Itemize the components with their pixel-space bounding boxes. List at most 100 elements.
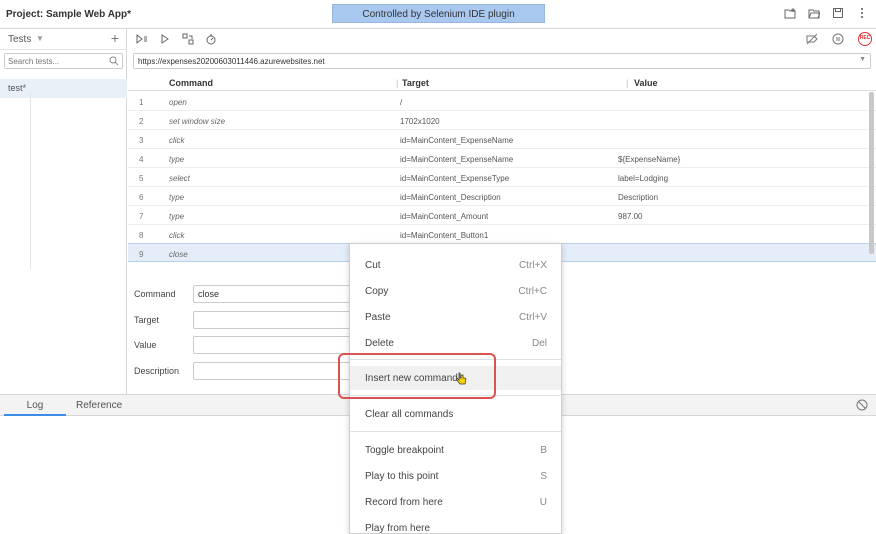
command-input[interactable] (194, 286, 354, 302)
value-label: Value (134, 340, 157, 350)
row-command: select (169, 174, 190, 183)
table-row[interactable]: 3 click id=MainContent_ExpenseName (128, 130, 876, 149)
menu-label: Cut (365, 260, 381, 271)
project-actions (784, 7, 868, 19)
table-row[interactable]: 4 type id=MainContent_ExpenseName ${Expe… (128, 149, 876, 168)
menu-item-cut[interactable]: Cut Ctrl+X (350, 253, 561, 277)
project-name[interactable]: Sample Web App* (46, 9, 131, 20)
menu-item-clear-all-commands[interactable]: Clear all commands (350, 402, 561, 426)
table-header: Command | Target | Value (128, 74, 876, 91)
menu-item-delete[interactable]: Delete Del (350, 331, 561, 355)
run-current-test-icon[interactable] (159, 33, 171, 45)
step-over-icon[interactable] (182, 33, 194, 45)
menu-shortcut: Ctrl+V (518, 312, 547, 323)
run-all-tests-icon[interactable] (136, 33, 148, 45)
menu-item-copy[interactable]: Copy Ctrl+C (350, 279, 561, 303)
table-row[interactable]: 7 type id=MainContent_Amount 987.00 (128, 206, 876, 225)
record-button[interactable]: REC (858, 32, 872, 46)
table-row[interactable]: 1 open / (128, 92, 876, 111)
row-target: id=MainContent_ExpenseName (400, 136, 514, 145)
search-icon (109, 56, 119, 68)
tests-header: Tests ▼ + (0, 29, 126, 50)
value-field (193, 336, 358, 354)
add-test-button[interactable]: + (111, 30, 119, 46)
table-row[interactable]: 2 set window size 1702x1020 (128, 111, 876, 130)
target-label: Target (134, 315, 160, 325)
clear-log-icon[interactable] (856, 399, 868, 413)
table-row[interactable]: 8 click id=MainContent_Button1 (128, 225, 876, 244)
row-number: 2 (139, 117, 144, 126)
row-command: click (169, 231, 185, 240)
project-label: Project: (6, 9, 44, 20)
value-input[interactable] (194, 337, 354, 353)
menu-divider (350, 431, 561, 432)
menu-shortcut: U (539, 497, 547, 508)
row-target: / (400, 98, 403, 107)
row-number: 5 (139, 174, 144, 183)
menu-label: Play to this point (365, 471, 439, 482)
menu-item-paste[interactable]: Paste Ctrl+V (350, 305, 561, 329)
test-list-item[interactable]: test* (0, 79, 127, 98)
save-project-icon[interactable] (832, 7, 844, 19)
highlight-annotation (338, 353, 496, 399)
column-divider: | (626, 78, 629, 88)
chevron-down-icon[interactable]: ▼ (36, 34, 44, 43)
description-field (193, 362, 358, 380)
base-url-input[interactable] (134, 54, 834, 68)
row-target: id=MainContent_ExpenseName (400, 155, 514, 164)
target-input[interactable] (194, 312, 354, 328)
menu-item-play-to-this-point[interactable]: Play to this point S (350, 464, 561, 488)
menu-label: Paste (365, 312, 391, 323)
row-command: open (169, 98, 187, 107)
chevron-down-icon[interactable]: ▼ (859, 56, 866, 63)
row-command: close (169, 250, 188, 259)
row-value: Description (618, 193, 659, 202)
table-scrollbar[interactable] (869, 92, 874, 254)
hand-cursor-icon (455, 372, 467, 388)
row-number: 1 (139, 98, 144, 107)
row-number: 8 (139, 231, 144, 240)
header-target: Target (402, 78, 429, 88)
open-project-icon[interactable] (808, 7, 820, 19)
search-tests (4, 53, 123, 69)
menu-label: Record from here (365, 497, 443, 508)
project-title: Project: Sample Web App* (6, 9, 131, 20)
tab-log[interactable]: Log (4, 400, 66, 416)
row-target: id=MainContent_ExpenseType (400, 174, 510, 183)
header-command: Command (169, 78, 214, 88)
command-table: Command | Target | Value 1 open / 2 set … (128, 74, 876, 262)
row-target: id=MainContent_Amount (400, 212, 489, 221)
table-row[interactable]: 5 select id=MainContent_ExpenseType labe… (128, 168, 876, 187)
playback-toolbar: REC (128, 29, 876, 49)
disable-breakpoints-icon[interactable] (806, 33, 818, 45)
row-number: 3 (139, 136, 144, 145)
row-command: click (169, 136, 185, 145)
base-url-field: ▼ (133, 53, 871, 69)
row-command: set window size (169, 117, 226, 126)
tests-sidebar: Tests ▼ + test* (0, 29, 127, 394)
command-label: Command (134, 289, 176, 299)
search-tests-input[interactable] (5, 54, 105, 68)
menu-label: Play from here (365, 523, 431, 534)
row-command: type (169, 155, 185, 164)
row-number: 4 (139, 155, 144, 164)
row-target: id=MainContent_Button1 (400, 231, 489, 240)
tab-reference[interactable]: Reference (76, 400, 122, 411)
new-project-icon[interactable] (784, 7, 796, 19)
description-input[interactable] (194, 363, 354, 379)
menu-shortcut: Ctrl+X (518, 260, 547, 271)
top-bar: Project: Sample Web App* Controlled by S… (0, 0, 876, 29)
tests-dropdown-label[interactable]: Tests (8, 34, 31, 45)
menu-item-toggle-breakpoint[interactable]: Toggle breakpoint B (350, 438, 561, 462)
speed-icon[interactable] (205, 33, 217, 45)
description-label: Description (134, 366, 180, 376)
menu-label: Clear all commands (365, 409, 454, 420)
menu-item-play-from-here[interactable]: Play from here (350, 516, 561, 534)
table-row[interactable]: 6 type id=MainContent_Description Descri… (128, 187, 876, 206)
row-number-divider (30, 92, 31, 270)
menu-item-record-from-here[interactable]: Record from here U (350, 490, 561, 514)
menu-label: Delete (365, 338, 394, 349)
more-options-icon[interactable] (856, 7, 868, 19)
row-command: type (169, 193, 185, 202)
pause-icon[interactable] (832, 33, 844, 45)
